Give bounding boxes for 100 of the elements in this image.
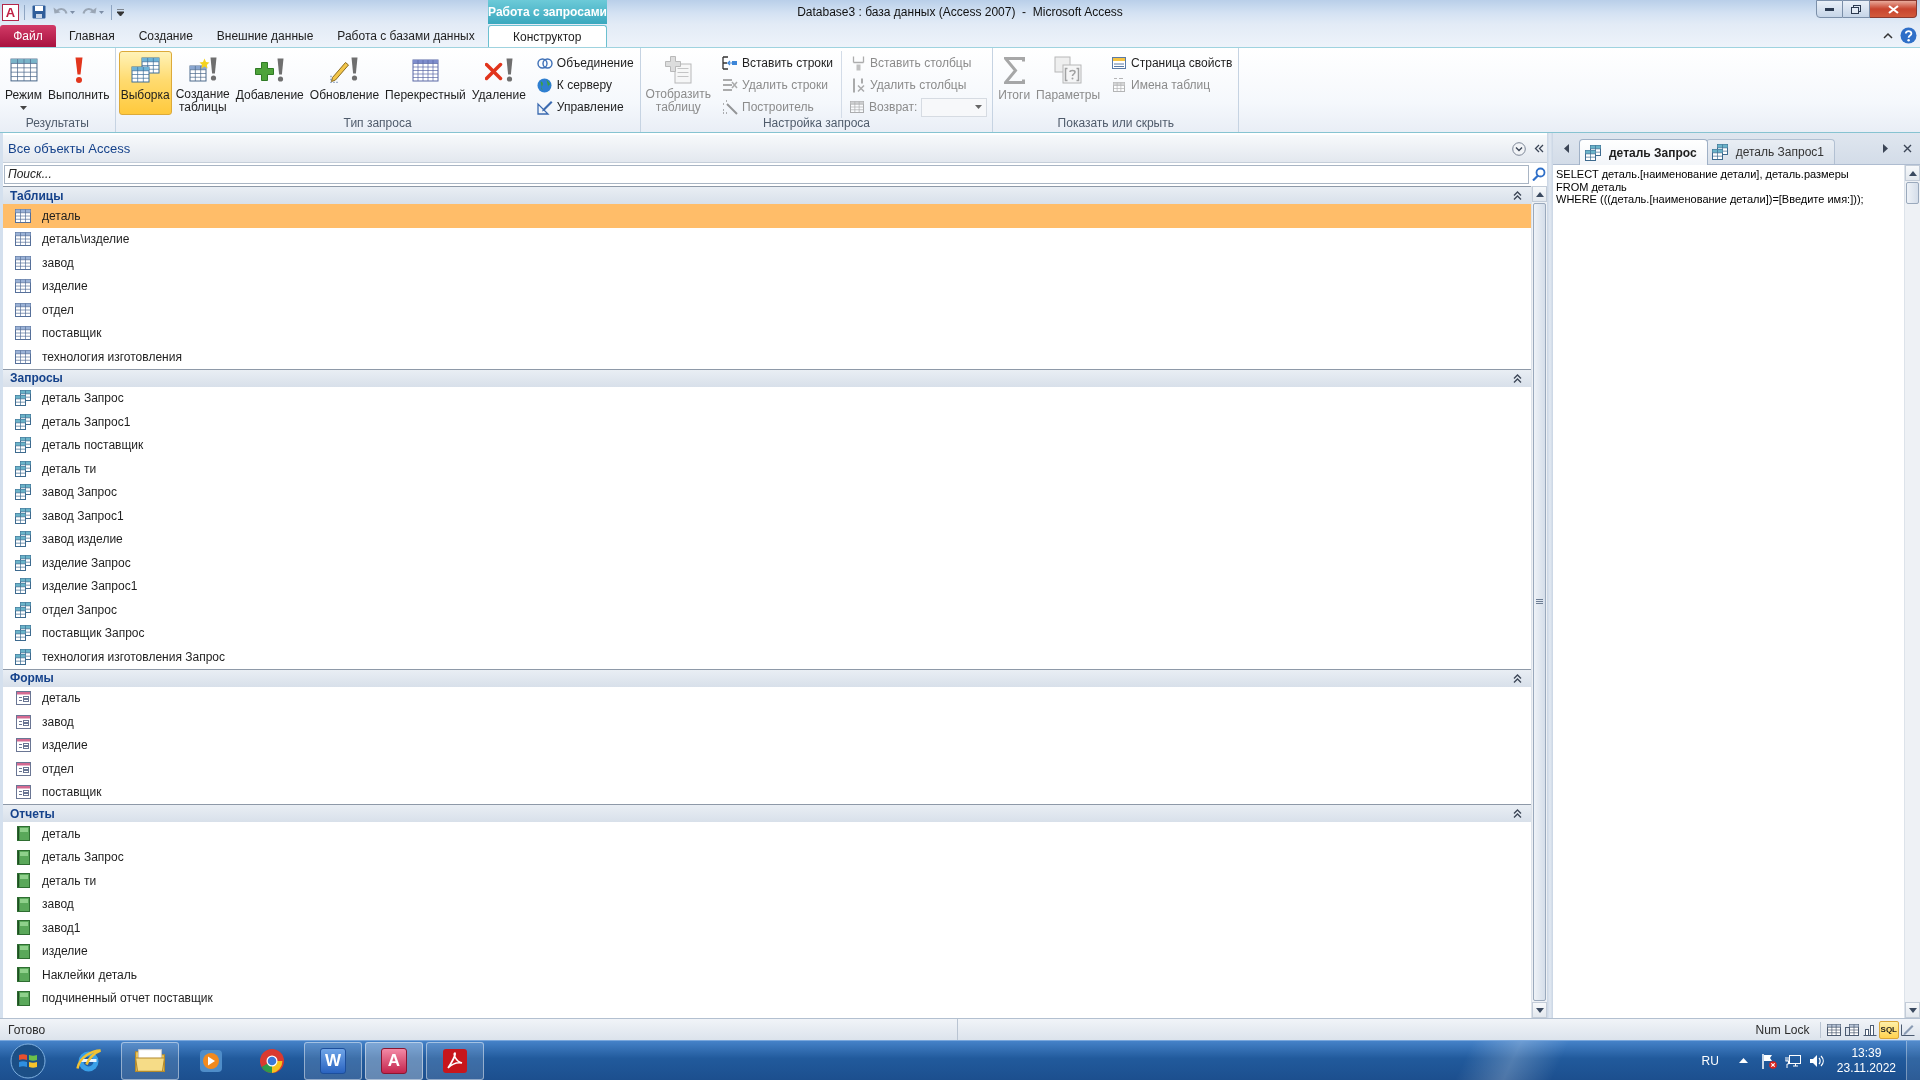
clock-date[interactable]: 23.11.2022 xyxy=(1836,1060,1896,1076)
make-table-button[interactable]: Создание таблицы xyxy=(173,51,232,115)
dropdown-circle-icon[interactable] xyxy=(1512,141,1526,156)
query-item[interactable]: отдел Запрос xyxy=(3,598,1531,622)
update-button[interactable]: Обновление xyxy=(307,51,382,115)
document-tab[interactable]: деталь Запрос xyxy=(1579,139,1708,165)
append-button[interactable]: Добавление xyxy=(233,51,306,115)
query-item[interactable]: деталь Запрос1 xyxy=(3,410,1531,434)
query-item[interactable]: деталь поставщик xyxy=(3,433,1531,457)
flag-cross-icon[interactable] xyxy=(1760,1052,1777,1069)
scrollbar-thumb[interactable] xyxy=(1533,203,1546,1001)
minimize-button[interactable] xyxy=(1816,0,1843,18)
grid-icon xyxy=(411,58,439,82)
taskbar-app-button[interactable]: W xyxy=(304,1041,362,1080)
form-icon xyxy=(15,714,31,729)
query-item[interactable]: завод Запрос xyxy=(3,480,1531,504)
form-item[interactable]: изделие xyxy=(3,733,1531,757)
report-item[interactable]: деталь xyxy=(3,822,1531,846)
data-definition-button[interactable]: Управление xyxy=(533,96,637,118)
caret-icon xyxy=(70,10,75,14)
nav-group-header[interactable]: Формы xyxy=(3,668,1531,687)
nav-group-header[interactable]: Таблицы xyxy=(3,186,1531,204)
query-item[interactable]: изделие Запрос1 xyxy=(3,574,1531,598)
run-button[interactable]: Выполнить xyxy=(46,51,112,115)
show-desktop-button[interactable] xyxy=(1906,1040,1920,1080)
pencil-exclamation-icon xyxy=(330,57,359,83)
double-chevron-left-icon[interactable] xyxy=(1534,144,1544,153)
scrollbar-thumb[interactable] xyxy=(1906,182,1919,204)
ribbon-tab[interactable]: Файл xyxy=(0,25,56,47)
query-icon xyxy=(15,648,31,665)
query-item[interactable]: деталь Запрос xyxy=(3,386,1531,410)
delete-query-button[interactable]: Удаление xyxy=(469,51,528,115)
ribbon-tab[interactable]: Конструктор xyxy=(487,25,607,48)
app-letter-icon: A xyxy=(381,1047,407,1074)
report-item[interactable]: завод1 xyxy=(3,916,1531,940)
ribbon-tab[interactable]: Главная xyxy=(58,25,126,47)
form-item[interactable]: отдел xyxy=(3,757,1531,781)
scroll-down-button[interactable] xyxy=(1905,1002,1920,1018)
select-query-button[interactable]: Выборка xyxy=(118,51,172,115)
sql-editor[interactable]: SELECT деталь.[наименование детали], деталь.размеры FROM деталь WHERE (((деталь.[наименование детали])=[Введите имя:])); xyxy=(1553,165,1904,1018)
language-indicator[interactable]: RU xyxy=(1701,1051,1719,1070)
scroll-up-button[interactable] xyxy=(1532,186,1547,202)
query-item[interactable]: изделие Запрос xyxy=(3,551,1531,575)
nav-group-header[interactable]: Отчеты xyxy=(3,804,1531,822)
nav-group-header[interactable]: Запросы xyxy=(3,368,1531,387)
report-item[interactable]: подчиненный отчет поставщик xyxy=(3,986,1531,1010)
query-icon xyxy=(15,531,31,548)
query-item[interactable]: деталь ти xyxy=(3,457,1531,481)
crosstab-button[interactable]: Перекрестный xyxy=(383,51,468,115)
restore-button[interactable] xyxy=(1843,0,1870,18)
property-sheet-button[interactable]: Страница свойств xyxy=(1108,52,1236,74)
form-item[interactable]: поставщик xyxy=(3,780,1531,804)
ribbon-tab[interactable]: Создание xyxy=(127,25,204,47)
customize-arrow-icon[interactable] xyxy=(117,8,124,16)
scroll-up-button[interactable] xyxy=(1905,165,1920,181)
report-item[interactable]: завод xyxy=(3,892,1531,916)
report-item[interactable]: Наклейки деталь xyxy=(3,963,1531,987)
up-triangle-icon xyxy=(1535,191,1544,197)
table-item[interactable]: отдел xyxy=(3,298,1531,322)
ribbon-tab[interactable]: Работа с базами данных xyxy=(326,25,486,47)
document-tab[interactable]: деталь Запрос1 xyxy=(1705,139,1835,164)
chevron-up-icon[interactable] xyxy=(1883,32,1893,39)
query-item[interactable]: завод изделие xyxy=(3,527,1531,551)
app-letter-icon[interactable]: A xyxy=(2,3,19,21)
network-icon[interactable] xyxy=(1784,1052,1801,1069)
report-item[interactable]: деталь ти xyxy=(3,869,1531,893)
report-item[interactable]: изделие xyxy=(3,939,1531,963)
form-item[interactable]: деталь xyxy=(3,686,1531,710)
pass-through-button[interactable]: К серверу xyxy=(533,74,637,96)
insert-rows-button[interactable]: Вставить строки xyxy=(719,52,836,74)
view-button[interactable]: Режим xyxy=(3,51,44,115)
query-item[interactable]: поставщик Запрос xyxy=(3,621,1531,645)
table-icon xyxy=(15,349,31,364)
form-item[interactable]: завод xyxy=(3,710,1531,734)
search-icon[interactable] xyxy=(1532,167,1546,181)
union-button[interactable]: Объединение xyxy=(533,52,637,74)
sql-view-button[interactable]: SQL xyxy=(1878,1020,1899,1039)
scroll-down-button[interactable] xyxy=(1532,1002,1547,1018)
delete-rows-icon xyxy=(722,78,738,92)
taskbar-app-button[interactable]: A xyxy=(365,1041,423,1080)
query-icon xyxy=(15,554,31,571)
query-item[interactable]: завод Запрос1 xyxy=(3,504,1531,528)
table-item[interactable]: деталь xyxy=(3,204,1531,228)
clock-time[interactable]: 13:39 xyxy=(1851,1045,1882,1061)
save-icon[interactable] xyxy=(32,5,46,19)
report-item[interactable]: деталь Запрос xyxy=(3,845,1531,869)
table-item[interactable]: деталь\изделие xyxy=(3,227,1531,251)
table-item[interactable]: поставщик xyxy=(3,321,1531,345)
table-item[interactable]: завод xyxy=(3,251,1531,275)
query-item[interactable]: технология изготовления Запрос xyxy=(3,645,1531,669)
help-icon[interactable] xyxy=(1900,27,1917,44)
taskbar-app-button[interactable] xyxy=(426,1041,484,1080)
taskbar-app-button[interactable] xyxy=(121,1041,179,1080)
sigma-icon xyxy=(1003,56,1025,84)
search-field[interactable]: Поиск... xyxy=(4,164,1529,184)
table-item[interactable]: технология изготовления xyxy=(3,345,1531,369)
restore-icon xyxy=(1851,4,1861,14)
ribbon-tab[interactable]: Внешние данные xyxy=(205,25,325,47)
close-button[interactable] xyxy=(1870,0,1917,18)
table-item[interactable]: изделие xyxy=(3,274,1531,298)
